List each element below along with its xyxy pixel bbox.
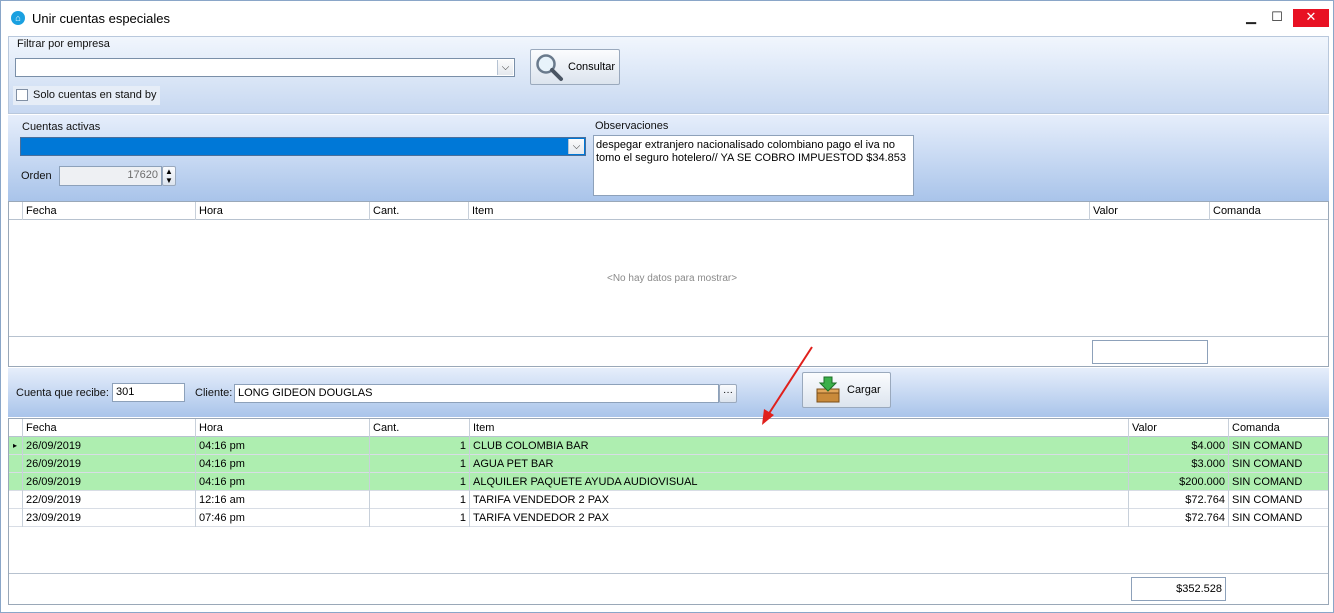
cell-hora: 12:16 am xyxy=(195,491,369,509)
cell-hora: 07:46 pm xyxy=(195,509,369,527)
standby-checkbox[interactable] xyxy=(16,89,28,101)
cell-fecha: 26/09/2019 xyxy=(22,455,195,473)
app-icon: ⌂ xyxy=(11,11,25,25)
table-row[interactable]: 22/09/2019 12:16 am 1 TARIFA VENDEDOR 2 … xyxy=(9,491,1328,509)
cuentas-activas-label: Cuentas activas xyxy=(22,121,101,133)
chevron-down-icon[interactable]: ⌵ xyxy=(497,60,513,75)
minimize-button[interactable]: ▁ xyxy=(1237,9,1265,27)
cell-cant: 1 xyxy=(369,473,469,491)
observaciones-text[interactable]: despegar extranjero nacionalisado colomb… xyxy=(593,135,914,196)
cell-cant: 1 xyxy=(369,491,469,509)
table-row[interactable]: 26/09/2019 04:16 pm 1 AGUA PET BAR $3.00… xyxy=(9,455,1328,473)
title-bar: ⌂ Unir cuentas especiales ▁ ☐ ✕ xyxy=(1,1,1333,35)
cell-item: CLUB COLOMBIA BAR xyxy=(469,437,1128,455)
empresa-combo[interactable]: ⌵ xyxy=(15,58,515,77)
cell-comanda: SIN COMAND xyxy=(1228,473,1328,491)
column-cant[interactable]: Cant. xyxy=(369,202,468,220)
row-indicator xyxy=(9,491,22,509)
orden-label: Orden xyxy=(21,170,52,182)
standby-label: Solo cuentas en stand by xyxy=(33,89,157,101)
column-hora[interactable]: Hora xyxy=(195,202,369,220)
cell-cant: 1 xyxy=(369,455,469,473)
annotation-arrow-icon xyxy=(762,346,813,425)
row-indicator xyxy=(9,473,22,491)
cell-fecha: 26/09/2019 xyxy=(22,437,195,455)
column-valor[interactable]: Valor xyxy=(1128,419,1228,437)
row-indicator-header xyxy=(9,419,22,437)
cliente-input[interactable]: LONG GIDEON DOUGLAS xyxy=(234,384,719,403)
column-fecha[interactable]: Fecha xyxy=(22,202,195,220)
cuentas-panel: Cuentas activas ⌵ Orden 17620 ▲ ▼ Observa… xyxy=(8,115,1329,201)
cell-cant: 1 xyxy=(369,509,469,527)
standby-option[interactable]: Solo cuentas en stand by xyxy=(13,86,160,105)
orden-value: 17620 xyxy=(127,169,158,181)
orden-spin-button[interactable]: ▲ ▼ xyxy=(162,166,176,186)
top-total-field xyxy=(1092,340,1208,364)
cell-comanda: SIN COMAND xyxy=(1228,455,1328,473)
cell-valor: $3.000 xyxy=(1128,455,1228,473)
consultar-button[interactable]: Consultar xyxy=(530,49,620,85)
row-indicator xyxy=(9,509,22,527)
cell-valor: $4.000 xyxy=(1128,437,1228,455)
current-row-indicator-icon: ▸ xyxy=(13,441,18,450)
consultar-label: Consultar xyxy=(568,61,616,73)
filter-panel: Filtrar por empresa ⌵ Consultar Solo cue… xyxy=(8,36,1329,114)
window-title: Unir cuentas especiales xyxy=(32,11,171,26)
cuenta-detalle-grid[interactable]: Fecha Hora Cant. Item Valor Comanda ▸ 26… xyxy=(8,418,1329,605)
column-hora[interactable]: Hora xyxy=(195,419,369,437)
cell-item: AGUA PET BAR xyxy=(469,455,1128,473)
cell-fecha: 26/09/2019 xyxy=(22,473,195,491)
column-cant[interactable]: Cant. xyxy=(369,419,469,437)
receiver-panel: Cuenta que recibe: 301 Cliente: LONG GID… xyxy=(8,368,1329,417)
search-icon xyxy=(536,54,563,81)
maximize-button[interactable]: ☐ xyxy=(1263,9,1291,27)
cell-item: ALQUILER PAQUETE AYUDA AUDIOVISUAL xyxy=(469,473,1128,491)
row-indicator-header xyxy=(9,202,22,220)
cuenta-recibe-input[interactable]: 301 xyxy=(112,383,185,402)
cell-valor: $72.764 xyxy=(1128,509,1228,527)
table-row[interactable]: ▸ 26/09/2019 04:16 pm 1 CLUB COLOMBIA BA… xyxy=(9,437,1328,455)
cell-hora: 04:16 pm xyxy=(195,455,369,473)
cell-cant: 1 xyxy=(369,437,469,455)
orden-field[interactable]: 17620 xyxy=(59,166,162,186)
empty-grid-message: <No hay datos para mostrar> xyxy=(607,273,738,284)
cell-item: TARIFA VENDEDOR 2 PAX xyxy=(469,509,1128,527)
cell-hora: 04:16 pm xyxy=(195,437,369,455)
chevron-down-icon[interactable]: ⌵ xyxy=(568,139,584,154)
grid-header: Fecha Hora Cant. Item Valor Comanda xyxy=(9,202,1328,220)
column-comanda[interactable]: Comanda xyxy=(1209,202,1328,220)
column-item[interactable]: Item xyxy=(468,202,1089,220)
cell-valor: $72.764 xyxy=(1128,491,1228,509)
cell-fecha: 23/09/2019 xyxy=(22,509,195,527)
app-window: ⌂ Unir cuentas especiales ▁ ☐ ✕ Filtrar … xyxy=(0,0,1334,613)
close-button[interactable]: ✕ xyxy=(1293,9,1329,27)
cell-comanda: SIN COMAND xyxy=(1228,509,1328,527)
cargar-label: Cargar xyxy=(847,384,881,396)
observaciones-label: Observaciones xyxy=(595,120,669,132)
cell-fecha: 22/09/2019 xyxy=(22,491,195,509)
cliente-search-button[interactable]: ··· xyxy=(719,384,737,403)
bottom-total-field: $352.528 xyxy=(1131,577,1226,601)
table-row[interactable]: 23/09/2019 07:46 pm 1 TARIFA VENDEDOR 2 … xyxy=(9,509,1328,527)
footer-divider xyxy=(9,336,1328,337)
table-row[interactable]: 26/09/2019 04:16 pm 1 ALQUILER PAQUETE A… xyxy=(9,473,1328,491)
cargar-icon xyxy=(816,376,840,403)
cell-comanda: SIN COMAND xyxy=(1228,437,1328,455)
cuenta-recibe-label: Cuenta que recibe: xyxy=(16,387,109,399)
cell-valor: $200.000 xyxy=(1128,473,1228,491)
footer-divider xyxy=(9,573,1328,574)
column-comanda[interactable]: Comanda xyxy=(1228,419,1328,437)
cell-comanda: SIN COMAND xyxy=(1228,491,1328,509)
cuentas-activas-combo[interactable]: ⌵ xyxy=(20,137,586,156)
grid-header: Fecha Hora Cant. Item Valor Comanda xyxy=(9,419,1328,437)
cliente-label: Cliente: xyxy=(195,387,233,399)
cell-hora: 04:16 pm xyxy=(195,473,369,491)
column-fecha[interactable]: Fecha xyxy=(22,419,195,437)
column-valor[interactable]: Valor xyxy=(1089,202,1209,220)
cargos-grid[interactable]: Fecha Hora Cant. Item Valor Comanda <No … xyxy=(8,201,1329,367)
cell-item: TARIFA VENDEDOR 2 PAX xyxy=(469,491,1128,509)
row-indicator xyxy=(9,455,22,473)
filter-group-label: Filtrar por empresa xyxy=(17,38,110,50)
